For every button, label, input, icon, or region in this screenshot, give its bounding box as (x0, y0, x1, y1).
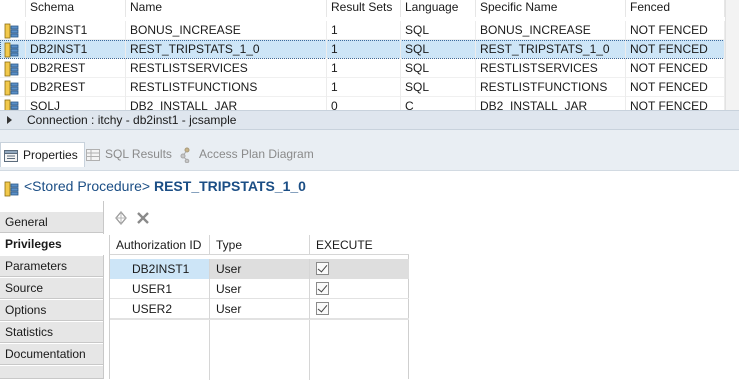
category-tab-overflow (0, 366, 103, 379)
column-header-execute[interactable]: EXECUTE (310, 235, 409, 255)
table-row[interactable]: DB2INST1 BONUS_INCREASE 1 SQL BONUS_INCR… (0, 21, 725, 40)
cell-specific-name: DB2_INSTALL_JAR (476, 97, 626, 110)
panel-separator (0, 130, 739, 138)
column-header-schema[interactable]: Schema (26, 0, 126, 17)
cell-name: DB2_INSTALL_JAR (126, 97, 327, 110)
execute-checkbox[interactable] (316, 282, 329, 295)
cell-authorization-id: USER1 (110, 279, 210, 299)
cell-result-sets: 1 (327, 40, 401, 59)
privileges-header-row: Authorization ID Type EXECUTE (110, 235, 409, 255)
cell-language: C (401, 97, 476, 110)
table-row[interactable]: USER2 User (110, 299, 409, 319)
column-header-name[interactable]: Name (126, 0, 327, 17)
cell-result-sets: 1 (327, 78, 401, 97)
stored-procedure-icon (4, 181, 20, 197)
category-tab-general[interactable]: General (0, 212, 103, 233)
category-tab-privileges[interactable]: Privileges (0, 234, 104, 255)
cell-type: User (210, 279, 310, 299)
cell-schema: DB2INST1 (26, 21, 126, 40)
category-tab-statistics[interactable]: Statistics (0, 322, 103, 343)
stored-procedure-icon (4, 61, 20, 77)
tab-access-plan-diagram[interactable]: Access Plan Diagram (177, 142, 314, 167)
cell-fenced: NOT FENCED (626, 97, 725, 110)
cell-type: User (210, 259, 310, 279)
cell-language: SQL (401, 21, 476, 40)
cell-result-sets: 0 (327, 97, 401, 110)
table-row-selected[interactable]: DB2INST1 User (110, 259, 409, 279)
properties-icon (4, 150, 18, 162)
object-name-label: REST_TRIPSTATS_1_0 (153, 178, 306, 194)
cell-name: RESTLISTFUNCTIONS (126, 78, 327, 97)
properties-header: <Stored Procedure> REST_TRIPSTATS_1_0 (0, 171, 739, 201)
stored-procedure-icon (4, 23, 20, 39)
column-header-result-sets[interactable]: Result Sets (327, 0, 401, 17)
cell-specific-name: RESTLISTSERVICES (476, 59, 626, 78)
cell-type: User (210, 299, 310, 319)
cell-specific-name: REST_TRIPSTATS_1_0 (476, 40, 626, 59)
column-header-specific-name[interactable]: Specific Name (476, 0, 626, 17)
cell-schema: DB2INST1 (26, 40, 126, 59)
cell-schema: DB2REST (26, 59, 126, 78)
stored-procedure-icon (4, 99, 20, 110)
stored-procedure-icon (4, 42, 20, 58)
category-tab-documentation[interactable]: Documentation (0, 344, 103, 365)
cell-language: SQL (401, 59, 476, 78)
stored-procedure-icon (4, 80, 20, 96)
object-type-label: <Stored Procedure> (24, 178, 151, 194)
cell-authorization-id: DB2INST1 (110, 259, 210, 279)
view-tab-bar: Properties SQL Results Access Plan Diagr… (0, 138, 739, 171)
cell-authorization-id: USER2 (110, 299, 210, 319)
cell-name: RESTLISTSERVICES (126, 59, 327, 78)
execute-checkbox[interactable] (316, 262, 329, 275)
column-header-fenced[interactable]: Fenced (626, 0, 725, 17)
table-row[interactable]: USER1 User (110, 279, 409, 299)
table-row-selected[interactable]: DB2INST1 REST_TRIPSTATS_1_0 1 SQL REST_T… (0, 40, 725, 59)
cell-fenced: NOT FENCED (626, 21, 725, 40)
tab-access-plan-diagram-label: Access Plan Diagram (199, 147, 314, 161)
cell-fenced: NOT FENCED (626, 40, 725, 59)
cell-fenced: NOT FENCED (626, 59, 725, 78)
cell-name: BONUS_INCREASE (126, 21, 327, 40)
cell-language: SQL (401, 78, 476, 97)
table-row[interactable]: DB2REST RESTLISTSERVICES 1 SQL RESTLISTS… (0, 59, 725, 78)
cell-language: SQL (401, 40, 476, 59)
column-header-authorization-id[interactable]: Authorization ID (110, 235, 210, 255)
expand-triangle-icon[interactable] (7, 116, 12, 124)
column-header-language[interactable]: Language (401, 0, 476, 17)
procedures-header-row: Schema Name Result Sets Language Specifi… (0, 0, 725, 17)
access-plan-icon (180, 147, 190, 163)
cell-fenced: NOT FENCED (626, 78, 725, 97)
grant-icon[interactable] (112, 209, 130, 227)
tab-sql-results[interactable]: SQL Results (83, 142, 172, 167)
cell-result-sets: 1 (327, 59, 401, 78)
cell-name: REST_TRIPSTATS_1_0 (126, 40, 327, 59)
tab-properties[interactable]: Properties (0, 142, 85, 167)
cell-specific-name: RESTLISTFUNCTIONS (476, 78, 626, 97)
cell-schema: DB2REST (26, 78, 126, 97)
procedures-table: Schema Name Result Sets Language Specifi… (0, 0, 739, 110)
cell-result-sets: 1 (327, 21, 401, 40)
connection-label: Connection : itchy - db2inst1 - jcsample (27, 113, 237, 127)
table-row[interactable]: DB2REST RESTLISTFUNCTIONS 1 SQL RESTLIST… (0, 78, 725, 97)
sql-results-icon (86, 149, 100, 161)
header-icon-col (0, 0, 26, 17)
category-tab-parameters[interactable]: Parameters (0, 256, 103, 277)
category-tab-source[interactable]: Source (0, 278, 103, 299)
cell-schema: SQLJ (26, 97, 126, 110)
category-tab-options[interactable]: Options (0, 300, 103, 321)
privileges-table: Authorization ID Type EXECUTE DB2INST1 U… (109, 235, 409, 380)
tab-properties-label: Properties (23, 148, 78, 162)
column-header-type[interactable]: Type (210, 235, 310, 255)
privileges-pane: Authorization ID Type EXECUTE DB2INST1 U… (104, 201, 739, 380)
delete-x-icon[interactable] (134, 209, 152, 227)
cell-specific-name: BONUS_INCREASE (476, 21, 626, 40)
page-title: <Stored Procedure> REST_TRIPSTATS_1_0 (24, 178, 306, 194)
empty-grid-area (110, 319, 409, 380)
tab-sql-results-label: SQL Results (105, 147, 172, 161)
table-row[interactable]: SQLJ DB2_INSTALL_JAR 0 C DB2_INSTALL_JAR… (0, 97, 725, 110)
connection-bar[interactable]: Connection : itchy - db2inst1 - jcsample (0, 110, 739, 130)
property-category-tabs: General Privileges Parameters Source Opt… (0, 201, 104, 379)
vertical-scrollbar[interactable] (725, 0, 739, 110)
execute-checkbox[interactable] (316, 302, 329, 315)
